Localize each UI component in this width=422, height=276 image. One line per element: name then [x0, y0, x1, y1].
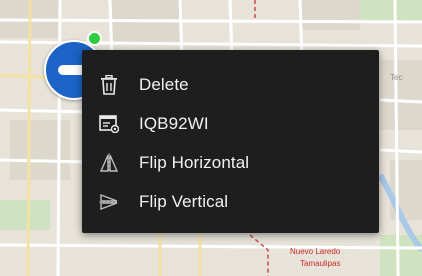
context-menu: Delete IQB92WI Flip Horizontal Flip Vert…: [82, 50, 379, 233]
menu-item-label: IQB92WI: [139, 113, 209, 133]
online-status-dot: [87, 31, 102, 46]
flip-horizontal-icon: [98, 152, 120, 174]
city-label: Nuevo Laredo: [290, 247, 341, 256]
state-label: Tamaulipas: [300, 259, 340, 268]
menu-item-flip-vertical[interactable]: Flip Vertical: [82, 182, 379, 221]
menu-item-label: Flip Horizontal: [139, 152, 250, 172]
trash-icon: [98, 74, 120, 96]
menu-item-label: Delete: [139, 74, 189, 94]
menu-item-label: Flip Vertical: [139, 191, 229, 211]
asset-id-icon: [98, 113, 120, 135]
map-label: Tec: [390, 73, 402, 82]
menu-item-asset-id[interactable]: IQB92WI: [82, 104, 379, 143]
flip-vertical-icon: [98, 191, 120, 213]
menu-item-flip-horizontal[interactable]: Flip Horizontal: [82, 143, 379, 182]
menu-item-delete[interactable]: Delete: [82, 65, 379, 104]
